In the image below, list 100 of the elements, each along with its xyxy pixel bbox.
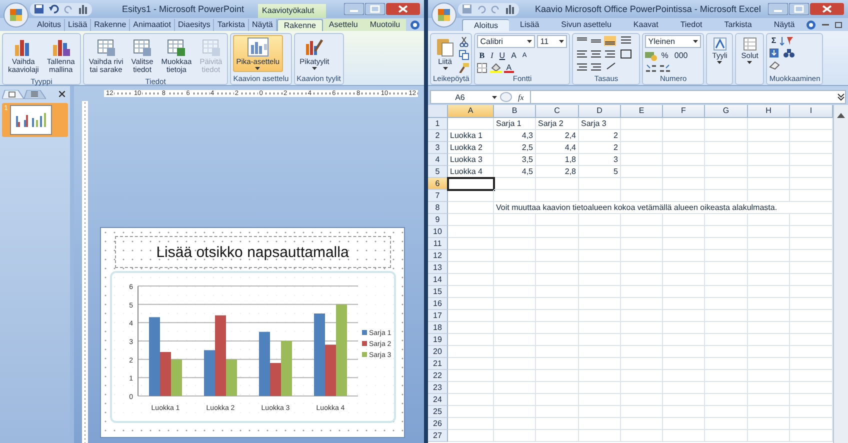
row-header[interactable]: 1 xyxy=(428,118,448,130)
row-header[interactable]: 26 xyxy=(428,418,448,430)
spreadsheet-cell[interactable] xyxy=(621,358,663,370)
spreadsheet-cell[interactable] xyxy=(705,310,748,322)
spreadsheet-cell[interactable] xyxy=(579,406,621,418)
spreadsheet-cell[interactable] xyxy=(579,262,621,274)
spreadsheet-cell[interactable] xyxy=(748,190,790,202)
sort-filter-icon[interactable] xyxy=(780,36,794,46)
spreadsheet-cell[interactable] xyxy=(536,382,579,394)
spreadsheet-cell[interactable] xyxy=(705,382,748,394)
minimize-icon[interactable] xyxy=(768,3,788,15)
spreadsheet-cell[interactable] xyxy=(748,334,790,346)
spreadsheet-cell[interactable] xyxy=(748,178,790,190)
row-header[interactable]: 14 xyxy=(428,274,448,286)
spreadsheet-cell[interactable] xyxy=(748,274,790,286)
spreadsheet-cell[interactable] xyxy=(663,298,705,310)
spreadsheet-cell[interactable] xyxy=(536,250,579,262)
spreadsheet-cell[interactable] xyxy=(494,430,536,442)
spreadsheet-cell[interactable] xyxy=(705,370,748,382)
spreadsheet-cell[interactable] xyxy=(663,250,705,262)
spreadsheet-cell[interactable] xyxy=(663,262,705,274)
column-header[interactable]: D xyxy=(579,105,621,118)
close-icon[interactable] xyxy=(386,3,420,15)
spreadsheet-cell[interactable] xyxy=(748,370,790,382)
spreadsheet-cell[interactable] xyxy=(448,358,494,370)
spreadsheet-cell[interactable] xyxy=(663,130,705,142)
row-header[interactable]: 24 xyxy=(428,394,448,406)
spreadsheet-cell[interactable] xyxy=(621,382,663,394)
spreadsheet-cell[interactable] xyxy=(536,262,579,274)
spreadsheet-cell[interactable] xyxy=(621,394,663,406)
spreadsheet-cell[interactable]: 2,4 xyxy=(536,130,579,142)
fill-icon[interactable] xyxy=(769,48,782,58)
help-icon[interactable] xyxy=(806,20,816,30)
spreadsheet-cell[interactable] xyxy=(448,370,494,382)
spreadsheet-cell[interactable] xyxy=(448,346,494,358)
spreadsheet-cell[interactable] xyxy=(448,250,494,262)
spreadsheet-cell[interactable] xyxy=(663,430,705,442)
spreadsheet-cell[interactable] xyxy=(621,322,663,334)
spreadsheet-cell[interactable]: Sarja 2 xyxy=(536,118,579,130)
row-header[interactable]: 8 xyxy=(428,202,448,214)
spreadsheet-cell[interactable] xyxy=(748,310,790,322)
spreadsheet-cell[interactable] xyxy=(621,226,663,238)
column-header[interactable]: G xyxy=(705,105,748,118)
spreadsheet-cell[interactable] xyxy=(579,190,621,202)
ribbon-tab[interactable]: Rakenne xyxy=(276,19,323,31)
spreadsheet-cell[interactable] xyxy=(705,166,748,178)
spreadsheet-cell[interactable] xyxy=(663,238,705,250)
spreadsheet-cell[interactable] xyxy=(748,430,790,442)
spreadsheet-cell[interactable] xyxy=(705,178,748,190)
spreadsheet-cell[interactable] xyxy=(663,190,705,202)
spreadsheet-cell[interactable] xyxy=(579,370,621,382)
spreadsheet-cell[interactable] xyxy=(748,418,790,430)
chart-icon[interactable] xyxy=(505,4,515,14)
spreadsheet-cell[interactable] xyxy=(748,226,790,238)
row-header[interactable]: 22 xyxy=(428,370,448,382)
row-header[interactable]: 10 xyxy=(428,226,448,238)
spreadsheet-cell[interactable]: 3 xyxy=(579,154,621,166)
spreadsheet-cell[interactable] xyxy=(448,190,494,202)
spreadsheet-cell[interactable] xyxy=(536,178,579,190)
spreadsheet-cell[interactable] xyxy=(494,418,536,430)
spreadsheet-cell[interactable] xyxy=(621,190,663,202)
decrease-decimal-icon[interactable] xyxy=(659,63,672,73)
spreadsheet-cell[interactable] xyxy=(621,406,663,418)
save-icon[interactable] xyxy=(34,4,44,14)
spreadsheet-cell[interactable]: 2 xyxy=(579,142,621,154)
title-placeholder[interactable]: Lisää otsikko napsauttamalla xyxy=(114,236,390,268)
column-header[interactable]: B xyxy=(494,105,536,118)
spreadsheet-cell[interactable] xyxy=(448,262,494,274)
spreadsheet-cell[interactable] xyxy=(705,250,748,262)
spreadsheet-cell[interactable] xyxy=(621,178,663,190)
spreadsheet-cell[interactable] xyxy=(663,370,705,382)
spreadsheet-cell[interactable] xyxy=(621,214,663,226)
spreadsheet-cell[interactable] xyxy=(621,286,663,298)
underline-button[interactable]: U xyxy=(497,50,508,61)
spreadsheet-cell[interactable]: 2,5 xyxy=(494,142,536,154)
spreadsheet-cell[interactable] xyxy=(621,250,663,262)
maximize-icon[interactable] xyxy=(789,3,809,15)
select-all-button[interactable] xyxy=(428,105,448,118)
insert-function-button[interactable]: fx xyxy=(515,92,527,102)
number-format-dropdown[interactable]: Yleinen xyxy=(645,35,702,48)
spreadsheet-cell[interactable] xyxy=(748,322,790,334)
spreadsheet-cell[interactable] xyxy=(748,154,790,166)
spreadsheet-cell[interactable] xyxy=(536,274,579,286)
row-header[interactable]: 25 xyxy=(428,406,448,418)
spreadsheet-cell[interactable] xyxy=(705,334,748,346)
spreadsheet-cell[interactable] xyxy=(705,286,748,298)
spreadsheet-cell[interactable] xyxy=(494,322,536,334)
spreadsheet-cell[interactable] xyxy=(621,298,663,310)
spreadsheet-cell[interactable] xyxy=(448,298,494,310)
scissors-icon[interactable] xyxy=(459,37,469,47)
column-header[interactable]: H xyxy=(748,105,790,118)
row-header[interactable]: 5 xyxy=(428,166,448,178)
spreadsheet-cell[interactable] xyxy=(663,382,705,394)
spreadsheet-cell[interactable] xyxy=(494,334,536,346)
spreadsheet-cell[interactable] xyxy=(705,142,748,154)
spreadsheet-cell[interactable] xyxy=(663,322,705,334)
spreadsheet-cell[interactable] xyxy=(448,226,494,238)
name-box[interactable]: A6 xyxy=(431,92,489,102)
spreadsheet-cell[interactable]: Sarja 3 xyxy=(579,118,621,130)
spreadsheet-cell[interactable] xyxy=(621,154,663,166)
